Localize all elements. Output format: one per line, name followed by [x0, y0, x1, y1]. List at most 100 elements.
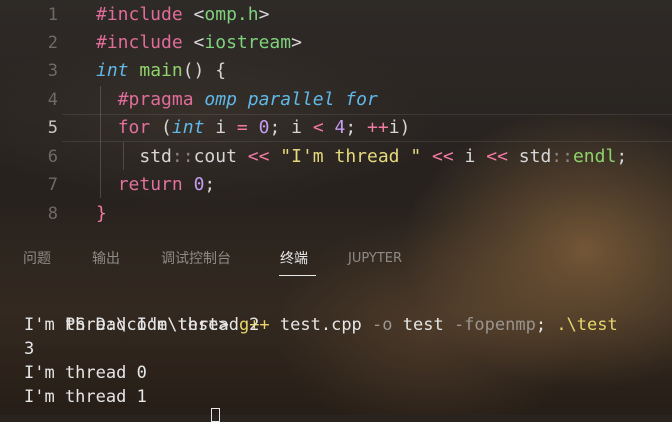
code-token: <<	[486, 146, 508, 167]
command-token: -fopenmp	[453, 315, 536, 335]
code-token: <<	[432, 146, 454, 167]
code-token: for	[345, 89, 378, 110]
tab-output[interactable]: 输出	[92, 249, 120, 269]
code-token: parallel	[247, 89, 335, 110]
terminal-command-line: PS D:\code\test> g++ test.cpp -o test -f…	[24, 289, 618, 335]
terminal-cursor	[211, 408, 220, 422]
line-number: 3	[47, 61, 58, 81]
code-text: }	[96, 200, 107, 228]
code-line-7[interactable]: 7 return 0;	[0, 171, 672, 199]
code-token: int	[171, 117, 205, 138]
tab-jupyter[interactable]: JUPYTER	[348, 249, 402, 269]
panel-tab-bar: 问题 输出 调试控制台 终端 JUPYTER	[0, 236, 672, 280]
code-text: #include <iostream>	[96, 29, 302, 57]
code-line-8[interactable]: 8}	[0, 200, 672, 228]
code-token: ::	[551, 146, 573, 167]
code-token: omp	[204, 89, 237, 110]
code-text: return 0;	[96, 171, 216, 199]
code-token: ++	[367, 117, 389, 138]
code-line-3[interactable]: 3 int main() {	[0, 57, 672, 85]
code-token: std	[518, 146, 552, 167]
tab-problems[interactable]: 问题	[23, 249, 51, 269]
code-token: #include	[96, 4, 183, 25]
code-token: for	[117, 117, 151, 138]
code-token: i	[204, 117, 237, 138]
code-token: <	[193, 32, 205, 53]
code-token: }	[96, 203, 107, 224]
code-token: (	[150, 117, 172, 138]
code-token: return	[117, 174, 183, 195]
line-number: 4	[47, 90, 58, 110]
terminal-output-line: I'm thread 0	[24, 363, 147, 383]
code-token: <	[193, 4, 205, 25]
code-token: 4	[334, 117, 346, 138]
code-token: 0	[258, 117, 270, 138]
active-tab-underline	[279, 275, 316, 276]
line-number: 2	[47, 33, 58, 53]
command-token: -o	[372, 315, 393, 335]
code-line-5[interactable]: 5 for (int i = 0; i < 4; ++i)	[0, 114, 672, 142]
code-token: >	[291, 32, 302, 53]
line-number: 6	[47, 147, 58, 167]
code-token: main	[139, 60, 183, 81]
code-token: i)	[388, 117, 411, 138]
code-editor[interactable]: 1 #include <omp.h> 2 #include <iostream> 3 in…	[0, 0, 672, 232]
line-number: 5	[47, 118, 58, 138]
command-token: test.cpp	[269, 315, 373, 335]
line-number: 8	[47, 204, 58, 224]
code-token: ::	[171, 146, 194, 167]
code-line-1[interactable]: 1 #include <omp.h>	[0, 1, 672, 29]
terminal-output-line: 3	[24, 339, 35, 359]
code-token: <	[312, 117, 324, 138]
code-token: ;	[345, 117, 368, 138]
terminal-output-line: I'm thread I'm thread 2	[24, 315, 260, 335]
code-text: #pragma omp parallel for	[96, 86, 378, 114]
code-token: >	[258, 4, 270, 25]
code-token: cout	[193, 146, 237, 167]
code-token: =	[236, 117, 248, 138]
command-token: test	[392, 315, 454, 335]
code-token: #pragma	[117, 89, 194, 110]
code-token: omp.h	[204, 4, 259, 25]
code-text: #include <omp.h>	[96, 1, 269, 29]
code-token: ;	[616, 146, 628, 167]
tab-debug-console[interactable]: 调试控制台	[161, 249, 231, 269]
code-line-4[interactable]: 4 #pragma omp parallel for	[0, 86, 672, 114]
terminal-output-line: I'm thread 1	[24, 387, 147, 407]
command-token: ;	[535, 315, 557, 335]
code-token: iostream	[204, 32, 292, 53]
code-line-2[interactable]: 2 #include <iostream>	[0, 29, 672, 57]
code-token: "I'm thread "	[280, 146, 422, 167]
code-token: ;	[204, 174, 216, 195]
code-text: int main() {	[96, 57, 226, 85]
command-token: .\test	[556, 315, 618, 335]
code-line-6[interactable]: 6 std::cout << "I'm thread " << i << std…	[0, 143, 672, 171]
tab-terminal[interactable]: 终端	[280, 249, 308, 269]
code-token: i	[453, 146, 487, 167]
line-number: 1	[47, 5, 58, 25]
code-token: int	[96, 60, 129, 81]
code-token: ; i	[269, 117, 313, 138]
code-text: for (int i = 0; i < 4; ++i)	[96, 114, 411, 142]
code-token: #include	[96, 32, 183, 53]
code-text: std::cout << "I'm thread " << i << std::…	[96, 143, 627, 171]
code-token: endl	[572, 146, 617, 167]
code-token: std	[139, 146, 172, 167]
terminal-output[interactable]: PS D:\code\test> g++ test.cpp -o test -f…	[0, 286, 672, 415]
